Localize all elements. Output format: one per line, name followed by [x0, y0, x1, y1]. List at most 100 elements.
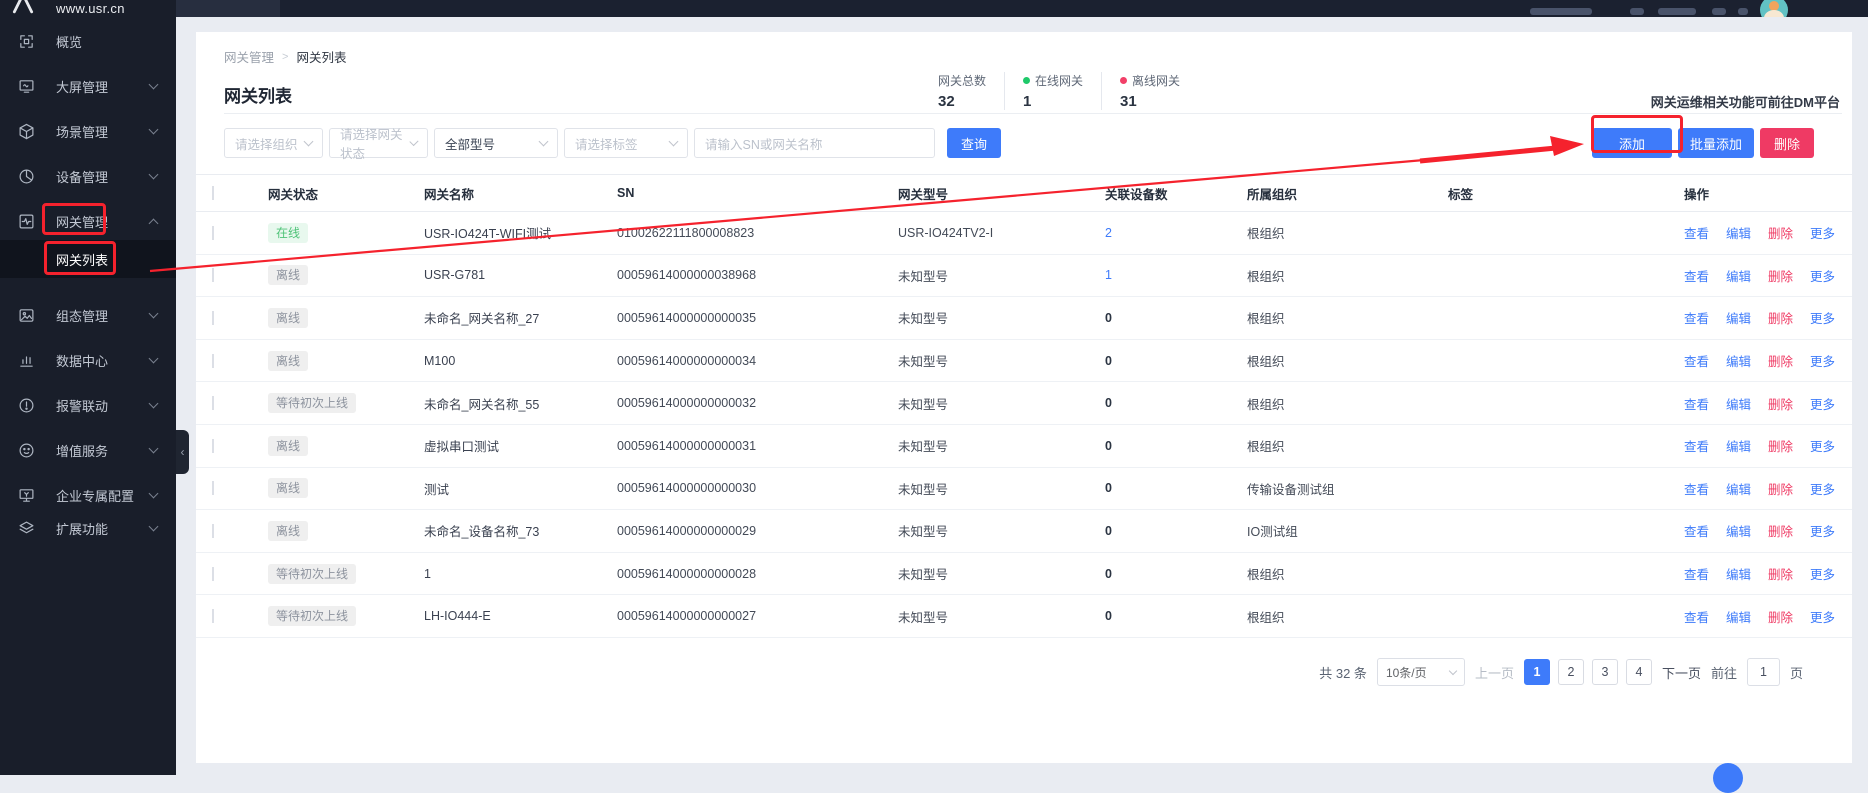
- model-select[interactable]: 全部型号: [434, 128, 558, 158]
- avatar[interactable]: [1760, 0, 1788, 17]
- action-编辑[interactable]: 编辑: [1726, 607, 1751, 626]
- row-checkbox[interactable]: [212, 439, 214, 453]
- page-button-4[interactable]: 4: [1626, 659, 1652, 685]
- stat-offline-value: 31: [1120, 93, 1180, 110]
- action-删除[interactable]: 删除: [1768, 351, 1793, 370]
- action-编辑[interactable]: 编辑: [1726, 564, 1751, 583]
- status-badge: 等待初次上线: [268, 564, 356, 584]
- action-更多[interactable]: 更多: [1810, 564, 1835, 583]
- action-更多[interactable]: 更多: [1810, 607, 1835, 626]
- row-checkbox[interactable]: [212, 609, 214, 623]
- add-button[interactable]: 添加: [1592, 128, 1672, 158]
- sidebar-item-overview[interactable]: 概览: [0, 28, 176, 54]
- logo[interactable]: www.usr.cn: [0, 0, 176, 17]
- action-删除[interactable]: 删除: [1768, 607, 1793, 626]
- action-删除[interactable]: 删除: [1768, 394, 1793, 413]
- action-更多[interactable]: 更多: [1810, 223, 1835, 242]
- row-actions: 查看编辑删除更多: [1660, 564, 1852, 583]
- status-badge: 在线: [268, 223, 308, 243]
- floating-service-button[interactable]: [1713, 763, 1743, 793]
- action-删除[interactable]: 删除: [1768, 479, 1793, 498]
- sidebar-item-scene[interactable]: 场景管理: [0, 118, 176, 144]
- row-checkbox[interactable]: [212, 354, 214, 368]
- sidebar-item-vas[interactable]: 增值服务: [0, 437, 176, 463]
- row-checkbox[interactable]: [212, 567, 214, 581]
- sidebar-item-extension[interactable]: 扩展功能: [0, 515, 176, 541]
- bell-icon[interactable]: [1630, 8, 1644, 15]
- sidebar-item-device[interactable]: 设备管理: [0, 163, 176, 189]
- row-checkbox[interactable]: [212, 268, 214, 282]
- action-删除[interactable]: 删除: [1768, 266, 1793, 285]
- action-查看[interactable]: 查看: [1684, 521, 1709, 540]
- action-查看[interactable]: 查看: [1684, 223, 1709, 242]
- page-button-3[interactable]: 3: [1592, 659, 1618, 685]
- action-查看[interactable]: 查看: [1684, 351, 1709, 370]
- table-row: 等待初次上线 LH-IO444-E 00059614000000000027 未…: [196, 595, 1852, 638]
- page-button-1[interactable]: 1: [1524, 659, 1550, 685]
- action-删除[interactable]: 删除: [1768, 308, 1793, 327]
- action-更多[interactable]: 更多: [1810, 479, 1835, 498]
- page-size-select[interactable]: 10条/页: [1377, 658, 1465, 686]
- row-checkbox[interactable]: [212, 226, 214, 240]
- filter-bar: 请选择组织 请选择网关状态 全部型号 请选择标签 请输入SN或网关名称 查询: [224, 128, 1001, 158]
- query-button[interactable]: 查询: [947, 128, 1001, 158]
- sidebar-item-enterprise[interactable]: 企业专属配置: [0, 482, 176, 508]
- gateway-model: 未知型号: [874, 308, 1081, 327]
- select-all-checkbox[interactable]: [212, 186, 214, 200]
- row-checkbox[interactable]: [212, 524, 214, 538]
- batch-add-button[interactable]: 批量添加: [1678, 128, 1754, 158]
- action-编辑[interactable]: 编辑: [1726, 479, 1751, 498]
- action-删除[interactable]: 删除: [1768, 521, 1793, 540]
- device-count[interactable]: 1: [1105, 268, 1112, 282]
- action-查看[interactable]: 查看: [1684, 266, 1709, 285]
- action-更多[interactable]: 更多: [1810, 436, 1835, 455]
- org-select[interactable]: 请选择组织: [224, 128, 323, 158]
- action-编辑[interactable]: 编辑: [1726, 351, 1751, 370]
- action-编辑[interactable]: 编辑: [1726, 223, 1751, 242]
- action-查看[interactable]: 查看: [1684, 436, 1709, 455]
- goto-page-input[interactable]: 1: [1747, 658, 1780, 686]
- action-更多[interactable]: 更多: [1810, 394, 1835, 413]
- sidebar-item-screen[interactable]: 大屏管理: [0, 73, 176, 99]
- prev-page-button[interactable]: 上一页: [1475, 663, 1514, 682]
- action-编辑[interactable]: 编辑: [1726, 521, 1751, 540]
- action-删除[interactable]: 删除: [1768, 223, 1793, 242]
- sidebar-item-data[interactable]: 数据中心: [0, 347, 176, 373]
- action-删除[interactable]: 删除: [1768, 564, 1793, 583]
- action-更多[interactable]: 更多: [1810, 266, 1835, 285]
- action-查看[interactable]: 查看: [1684, 394, 1709, 413]
- page-button-2[interactable]: 2: [1558, 659, 1584, 685]
- gateway-status-select[interactable]: 请选择网关状态: [329, 128, 428, 158]
- sidebar-item-scada[interactable]: 组态管理: [0, 302, 176, 328]
- chevron-up-icon: [149, 218, 159, 228]
- action-编辑[interactable]: 编辑: [1726, 308, 1751, 327]
- sidebar-item-gateway-list[interactable]: 网关列表: [0, 240, 176, 278]
- row-checkbox[interactable]: [212, 311, 214, 325]
- action-删除[interactable]: 删除: [1768, 436, 1793, 455]
- sidebar-item-gateway[interactable]: 网关管理: [0, 208, 176, 234]
- action-编辑[interactable]: 编辑: [1726, 436, 1751, 455]
- globe-icon[interactable]: [1738, 8, 1748, 15]
- help-icon[interactable]: [1712, 8, 1726, 15]
- tag-select[interactable]: 请选择标签: [564, 128, 688, 158]
- sidebar-item-alarm[interactable]: 报警联动: [0, 392, 176, 418]
- sn-search-input[interactable]: 请输入SN或网关名称: [694, 128, 935, 158]
- sidebar-collapse-handle[interactable]: ‹: [176, 430, 189, 474]
- action-编辑[interactable]: 编辑: [1726, 394, 1751, 413]
- delete-button[interactable]: 删除: [1760, 128, 1814, 158]
- action-查看[interactable]: 查看: [1684, 308, 1709, 327]
- action-更多[interactable]: 更多: [1810, 521, 1835, 540]
- row-checkbox[interactable]: [212, 396, 214, 410]
- breadcrumb-parent[interactable]: 网关管理: [224, 47, 274, 66]
- action-编辑[interactable]: 编辑: [1726, 266, 1751, 285]
- action-查看[interactable]: 查看: [1684, 564, 1709, 583]
- topbar-message-fragment[interactable]: [1658, 8, 1696, 15]
- row-checkbox[interactable]: [212, 481, 214, 495]
- next-page-button[interactable]: 下一页: [1662, 663, 1701, 682]
- action-更多[interactable]: 更多: [1810, 308, 1835, 327]
- action-查看[interactable]: 查看: [1684, 607, 1709, 626]
- scene-icon: [18, 123, 35, 140]
- action-查看[interactable]: 查看: [1684, 479, 1709, 498]
- action-更多[interactable]: 更多: [1810, 351, 1835, 370]
- device-count[interactable]: 2: [1105, 226, 1112, 240]
